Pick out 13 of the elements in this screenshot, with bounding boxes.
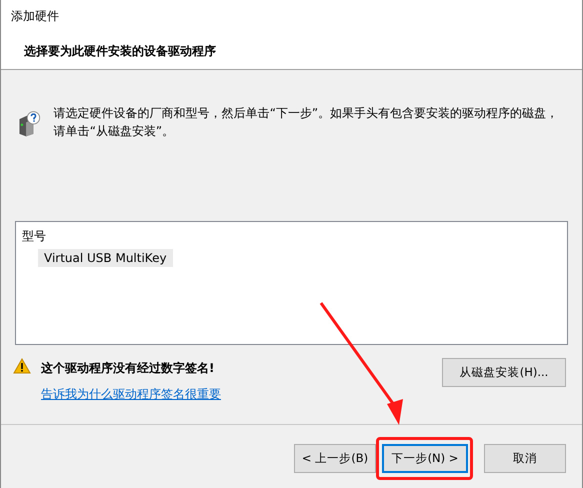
have-disk-button[interactable]: 从磁盘安装(H)... xyxy=(442,358,566,387)
window-title: 添加硬件 xyxy=(11,8,60,25)
list-item[interactable]: Virtual USB MultiKey xyxy=(38,249,173,267)
column-header: 型号 xyxy=(22,228,47,245)
instruction-text: 请选定硬件设备的厂商和型号，然后单击“下一步”。如果手头有包含要安装的驱动程序的磁盘，请单击“从磁盘安装”。 xyxy=(54,105,560,140)
dialog-button[interactable]: 下一步(N) > xyxy=(382,444,468,473)
model-list[interactable]: 型号 Virtual USB MultiKey xyxy=(15,221,568,345)
help-link[interactable]: 告诉我为什么驱动程序签名很重要 xyxy=(41,386,221,403)
warning-text: 这个驱动程序没有经过数字签名! xyxy=(41,360,216,377)
dialog-button[interactable]: < 上一步(B) xyxy=(294,444,376,473)
warning-icon xyxy=(13,358,31,374)
dialog-button[interactable]: 取消 xyxy=(484,444,566,473)
page-heading: 选择要为此硬件安装的设备驱动程序 xyxy=(23,43,217,60)
